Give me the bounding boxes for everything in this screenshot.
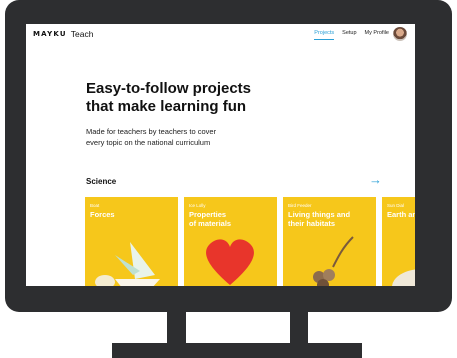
card-title-line-1: Forces [90,210,115,219]
headline-line-2: that make learning fun [86,98,247,115]
headline-line-1: Easy-to-follow projects [86,80,252,97]
screen: MAYKU Teach Projects Setup My Profile Ea… [26,24,415,286]
hero-headline: Easy-to-follow projects that make learni… [86,80,346,116]
project-card-properties-of-materials[interactable]: Ice Lolly Properties of materials [184,197,277,286]
card-tag: Boat [90,203,100,208]
logo-app-name: Teach [70,29,94,39]
card-title: Forces [90,210,176,219]
hero-subtitle: Made for teachers by teachers to cover e… [86,126,296,148]
nav-links: Projects Setup My Profile [314,30,389,40]
card-title-line-1: Living things and [288,210,351,219]
avatar[interactable] [393,27,407,41]
logo-wordmark: MAYKU [33,30,67,38]
nav-setup[interactable]: Setup [342,30,356,40]
card-title: Earth and Sp [387,210,415,219]
nav-my-profile[interactable]: My Profile [365,30,389,40]
nav-projects[interactable]: Projects [314,30,335,40]
monitor-stand-gap [186,312,290,343]
card-title: Properties of materials [189,210,275,228]
project-card-forces[interactable]: Boat Forces [85,197,178,286]
top-nav: MAYKU Teach Projects Setup My Profile [26,24,415,46]
card-tag: Sun Dial [387,203,405,208]
card-title-line-1: Properties [189,210,227,219]
monitor-stand-base [112,343,362,358]
subtitle-line-2: every topic on the national curriculum [86,138,211,147]
card-title-line-2: of materials [189,219,232,228]
card-title: Living things and their habitats [288,210,374,228]
card-title-line-1: Earth and Sp [387,210,415,219]
logo[interactable]: MAYKU Teach [33,29,93,39]
card-tag: Bird Feeder [288,203,312,208]
project-card-earth-and-space[interactable]: Sun Dial Earth and Sp [382,197,415,286]
section-title: Science [86,177,117,186]
project-card-living-things[interactable]: Bird Feeder Living things and their habi… [283,197,376,286]
card-title-line-2: their habitats [288,219,336,228]
arrow-right-icon[interactable]: → [369,172,382,187]
card-tag: Ice Lolly [189,203,206,208]
subtitle-line-1: Made for teachers by teachers to cover [86,127,217,136]
